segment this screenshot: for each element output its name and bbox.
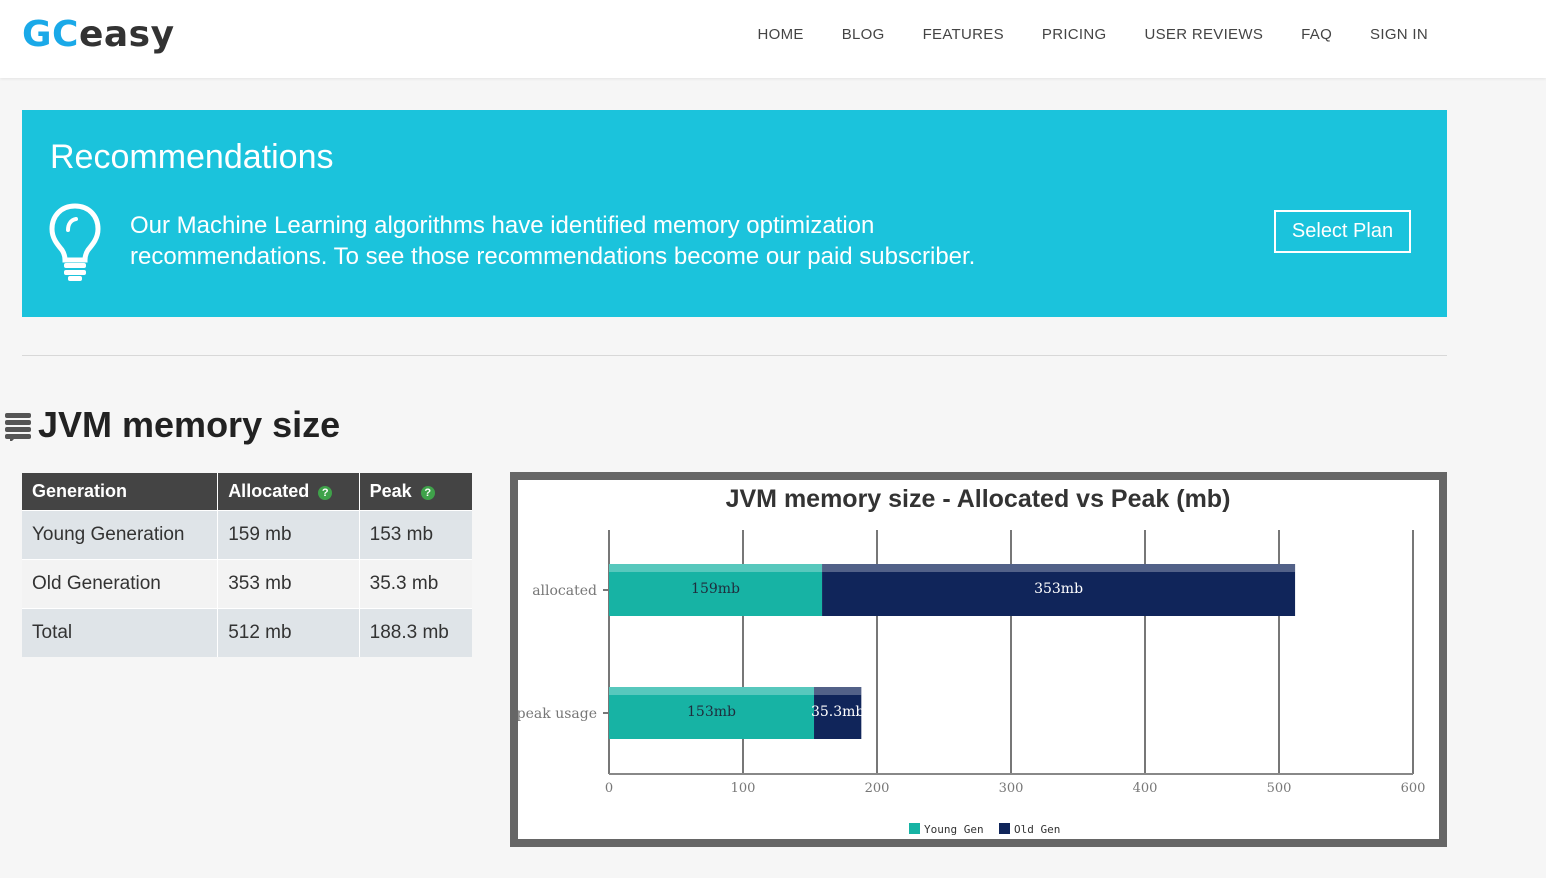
data-label: 35.3mb [811,704,864,720]
col-allocated: Allocated ? [217,473,360,511]
chart-svg: JVM memory size - Allocated vs Peak (mb)… [518,485,1426,836]
memory-table: Generation Allocated ? Peak ? Young Gene… [22,473,472,657]
table-header-row: Generation Allocated ? Peak ? [22,473,472,511]
x-tick-label: 600 [1401,781,1426,796]
cell-allocated: 512 mb [217,608,360,657]
bar-highlight [609,687,815,695]
cell-peak: 153 mb [359,510,472,560]
col-generation: Generation [22,473,219,511]
nav-blog[interactable]: BLOG [842,26,885,43]
top-navbar: GCeasy HOME BLOG FEATURES PRICING USER R… [0,0,1546,78]
bar-highlight [814,687,862,695]
cell-peak: 188.3 mb [359,608,472,657]
col-peak: Peak ? [359,473,472,511]
data-label: 153mb [687,704,736,720]
memory-chart: JVM memory size - Allocated vs Peak (mb)… [510,472,1447,847]
cell-allocated: 353 mb [217,559,360,609]
legend-swatch [999,823,1010,834]
help-icon[interactable]: ? [318,486,333,500]
nav-home[interactable]: HOME [758,26,804,43]
data-label: 353mb [1034,581,1083,597]
main-nav: HOME BLOG FEATURES PRICING USER REVIEWS … [720,26,1429,43]
recommendations-title: Recommendations [50,138,334,176]
recommendations-banner: Recommendations Our Machine Learning alg… [22,110,1447,317]
section-title: JVM memory size [38,404,341,445]
cell-generation: Total [22,608,219,657]
x-tick-label: 100 [731,781,756,796]
cell-generation: Old Generation [22,559,219,609]
select-plan-button[interactable]: Select Plan [1274,210,1411,253]
table-row: Total 512 mb 188.3 mb [22,608,472,657]
cell-allocated: 159 mb [217,510,360,560]
chart-title: JVM memory size - Allocated vs Peak (mb) [726,485,1231,513]
nav-user-reviews[interactable]: USER REVIEWS [1145,26,1264,43]
stack-icon [5,413,31,441]
nav-sign-in[interactable]: SIGN IN [1370,26,1428,43]
help-icon[interactable]: ? [420,486,435,500]
x-tick-label: 0 [605,781,613,796]
table-row: Young Generation 159 mb 153 mb [22,510,472,560]
x-tick-label: 500 [1267,781,1292,796]
nav-faq[interactable]: FAQ [1301,26,1332,43]
x-tick-label: 200 [865,781,890,796]
x-tick-label: 400 [1133,781,1158,796]
legend-label: Young Gen [924,823,984,836]
cell-peak: 35.3 mb [359,559,472,609]
section-divider [22,355,1447,356]
x-tick-label: 300 [999,781,1024,796]
category-label: allocated [532,583,597,599]
nav-pricing[interactable]: PRICING [1042,26,1107,43]
bar-highlight [822,564,1296,572]
legend-label: Old Gen [1014,823,1060,836]
logo-gc-text: GC [22,14,79,55]
logo-easy-text: easy [78,14,175,55]
bar-highlight [609,564,823,572]
legend-swatch [909,823,920,834]
category-label: peak usage [518,706,597,722]
nav-features[interactable]: FEATURES [923,26,1004,43]
section-header: JVM memory size [4,404,340,446]
table-row: Old Generation 353 mb 35.3 mb [22,559,472,609]
cell-generation: Young Generation [22,510,219,560]
lightbulb-icon [49,203,101,281]
recommendations-text: Our Machine Learning algorithms have ide… [130,212,976,270]
data-label: 159mb [691,581,740,597]
gceasy-logo[interactable]: GCeasy [22,14,175,55]
